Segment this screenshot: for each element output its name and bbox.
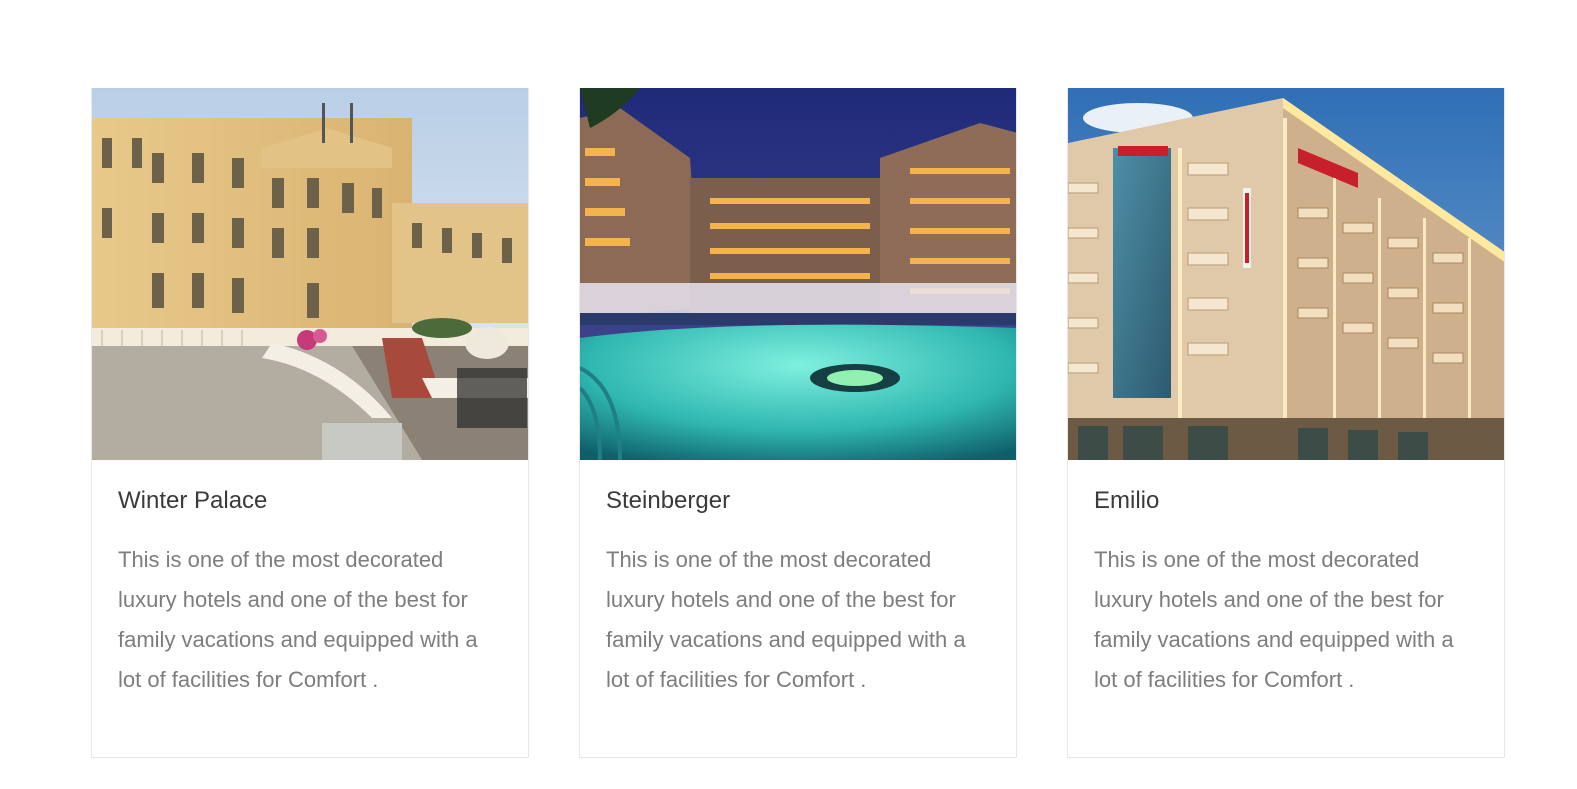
hotel-card-emilio[interactable]: Emilio This is one of the most decorated… [1067, 88, 1505, 758]
hotel-description: This is one of the most decorated luxury… [1094, 547, 1454, 692]
hotel-description: This is one of the most decorated luxury… [606, 547, 966, 692]
hotel-photo-steinberger[interactable] [580, 88, 1016, 460]
hotel-cards: Winter Palace This is one of the most de… [91, 88, 1505, 758]
hotel-title[interactable]: Steinberger [606, 486, 991, 516]
hotel-photo-winter-palace[interactable] [92, 88, 528, 460]
hotel-title[interactable]: Emilio [1094, 486, 1479, 516]
hotel-card-steinberger[interactable]: Steinberger This is one of the most deco… [579, 88, 1017, 758]
hotel-photo-emilio[interactable] [1068, 88, 1504, 460]
hotel-title[interactable]: Winter Palace [118, 486, 503, 516]
hotel-card-winter-palace[interactable]: Winter Palace This is one of the most de… [91, 88, 529, 758]
hotel-description: This is one of the most decorated luxury… [118, 547, 478, 692]
